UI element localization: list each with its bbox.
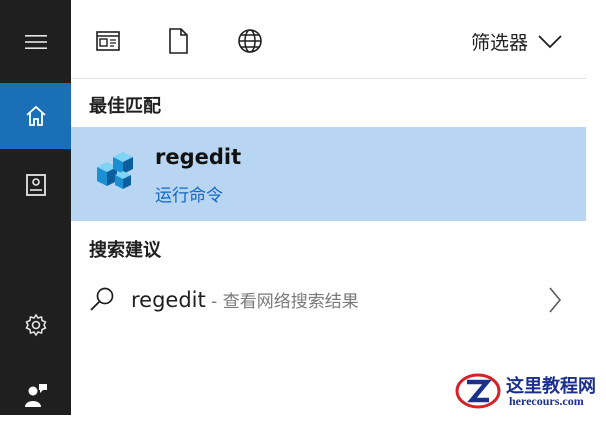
feedback-button[interactable]: [0, 362, 71, 428]
app-subtitle: 运行命令: [155, 186, 223, 206]
search-icon: [90, 287, 114, 311]
best-match-heading: 最佳匹配: [89, 96, 161, 117]
menu-button[interactable]: [0, 9, 71, 75]
watermark: 这里教程网 herecours.com: [454, 370, 600, 412]
watermark-url: herecours.com: [509, 394, 584, 408]
apps-icon: [96, 31, 120, 51]
settings-button[interactable]: [0, 292, 71, 358]
best-match-result[interactable]: regedit 运行命令: [71, 127, 586, 221]
home-icon: [25, 105, 46, 126]
hamburger-icon: [24, 35, 47, 49]
notebook-button[interactable]: [0, 152, 71, 218]
chevron-down-icon: [538, 34, 562, 48]
documents-filter-button[interactable]: [163, 26, 193, 56]
filter-dropdown[interactable]: 筛选器: [471, 28, 562, 55]
web-icon: [238, 29, 262, 53]
home-button[interactable]: [0, 83, 71, 149]
filter-label: 筛选器: [470, 32, 528, 54]
web-filter-button[interactable]: [235, 26, 265, 56]
chevron-right-icon: [549, 287, 562, 313]
suggestion-suffix: - 查看网络搜索结果: [205, 292, 359, 312]
registry-editor-icon: [97, 152, 133, 189]
apps-filter-button[interactable]: [93, 26, 123, 56]
filter-toolbar: 筛选器: [71, 0, 586, 79]
app-name: regedit: [155, 145, 242, 169]
watermark-logo-icon: [455, 373, 501, 409]
suggestion-query: regedit: [131, 288, 206, 312]
notebook-icon: [25, 174, 46, 196]
search-panel: 筛选器 最佳匹配 regedit 运行命令 搜索建议 regedit - 查看网…: [71, 0, 606, 415]
suggestion-text: regedit - 查看网络搜索结果: [131, 287, 359, 312]
suggestion-item[interactable]: regedit - 查看网络搜索结果: [71, 276, 586, 324]
document-icon: [169, 28, 188, 54]
left-rail: [0, 0, 71, 415]
gear-icon: [24, 313, 47, 337]
feedback-icon: [24, 384, 47, 407]
search-suggestions-heading: 搜索建议: [89, 240, 161, 261]
